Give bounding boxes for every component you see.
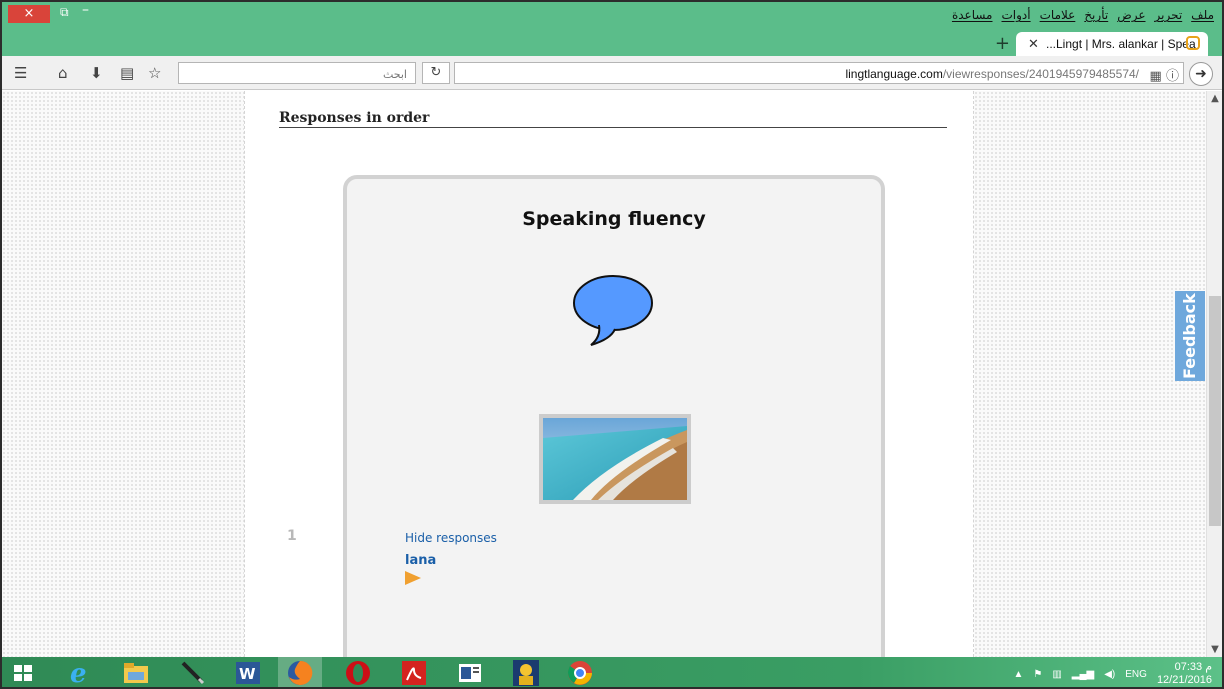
- activity-card: Speaking fluency Hide responses lana: [343, 175, 885, 657]
- svg-text:W: W: [239, 665, 256, 683]
- scroll-down-icon[interactable]: ▼: [1207, 644, 1222, 655]
- responses-heading: Responses in order: [279, 110, 947, 128]
- menu-bar: ملف تحرير عرض تأريخ علامات أدوات مساعدة: [952, 8, 1214, 22]
- window-close-button[interactable]: ×: [8, 5, 50, 23]
- scrollbar[interactable]: ▲ ▼: [1206, 91, 1222, 657]
- page-viewport: Responses in order 1 Speaking fluency Hi…: [2, 91, 1222, 657]
- speech-bubble-icon: [573, 275, 653, 346]
- info-icon[interactable]: ⓘ: [1166, 69, 1179, 84]
- show-hidden-icons-icon[interactable]: ▲: [1013, 669, 1023, 680]
- title-bar: × ⧉ – ملف تحرير عرض تأريخ علامات أدوات م…: [2, 2, 1222, 30]
- word-icon[interactable]: W: [226, 657, 270, 687]
- clock[interactable]: 07:33 م 12/21/2016: [1157, 661, 1212, 687]
- search-box[interactable]: [178, 62, 416, 85]
- screen: × ⧉ – ملف تحرير عرض تأريخ علامات أدوات م…: [0, 0, 1224, 689]
- new-tab-button[interactable]: +: [995, 33, 1010, 54]
- svg-text:e: e: [70, 660, 87, 686]
- url-text: lingtlanguage.com/viewresponses/24019459…: [845, 67, 1139, 81]
- file-explorer-icon[interactable]: [114, 657, 158, 687]
- network-icon[interactable]: ▥: [1052, 669, 1061, 680]
- card-title: Speaking fluency: [522, 208, 706, 230]
- chrome-icon[interactable]: [558, 657, 602, 687]
- url-bar[interactable]: lingtlanguage.com/viewresponses/24019459…: [454, 62, 1184, 84]
- url-domain: lingtlanguage.com: [845, 67, 943, 81]
- media-app-icon[interactable]: [504, 657, 548, 687]
- menu-bookmarks[interactable]: علامات: [1040, 8, 1076, 22]
- action-flag-icon[interactable]: ⚑: [1033, 669, 1042, 680]
- internet-explorer-icon[interactable]: e: [58, 657, 102, 687]
- go-button[interactable]: ➜: [1189, 62, 1213, 86]
- favicon-icon: [1186, 36, 1200, 50]
- arrow-right-icon: ➜: [1195, 66, 1207, 82]
- reload-button[interactable]: ↻: [422, 62, 450, 84]
- hide-responses-link[interactable]: Hide responses: [405, 531, 497, 545]
- tab-title: ...Lingt | Mrs. alankar | Spea: [1046, 37, 1196, 51]
- content-column: Responses in order 1 Speaking fluency Hi…: [244, 91, 974, 657]
- home-icon[interactable]: ⌂: [58, 64, 68, 82]
- dead-sea-photo: [539, 414, 691, 504]
- menu-history[interactable]: تأريخ: [1084, 8, 1108, 22]
- downloads-icon[interactable]: ⬇: [90, 64, 103, 82]
- responder-name-link[interactable]: lana: [405, 553, 436, 568]
- acrobat-icon[interactable]: [392, 657, 436, 687]
- scroll-up-icon[interactable]: ▲: [1207, 93, 1222, 104]
- clock-date: 12/21/2016: [1156, 674, 1212, 686]
- nav-bar: ☰ ⌂ ⬇ ▤ ☆ ↻ lingtlanguage.com/viewrespon…: [2, 56, 1222, 90]
- url-path: /viewresponses/2401945979485574/: [942, 67, 1139, 81]
- menu-tools[interactable]: أدوات: [1002, 8, 1031, 22]
- menu-icon[interactable]: ☰: [14, 64, 27, 82]
- tab-close-icon[interactable]: ✕: [1028, 36, 1039, 52]
- firefox-icon[interactable]: [278, 657, 322, 687]
- clock-time: 07:33 م: [1174, 661, 1212, 673]
- play-icon[interactable]: [405, 571, 421, 585]
- reading-list-icon[interactable]: ▤: [120, 64, 134, 82]
- menu-file[interactable]: ملف: [1191, 8, 1214, 22]
- browser-tab[interactable]: ✕ ...Lingt | Mrs. alankar | Spea: [1016, 32, 1208, 56]
- reader-view-icon[interactable]: ▦: [1150, 69, 1162, 84]
- reader-app-icon[interactable]: [448, 657, 492, 687]
- url-icons: ▦ ⓘ: [1150, 65, 1179, 84]
- language-indicator[interactable]: ENG: [1125, 669, 1147, 680]
- reload-icon: ↻: [430, 65, 442, 80]
- window-restore-button[interactable]: ⧉: [60, 5, 69, 20]
- row-number: 1: [287, 528, 297, 544]
- taskbar: e W ▲ ⚑ ▥ ▂▄▆ ◀) ENG 07:33 م 12/21/2016: [2, 657, 1222, 687]
- volume-icon[interactable]: ◀): [1104, 669, 1115, 680]
- search-input[interactable]: [179, 64, 415, 85]
- menu-edit[interactable]: تحرير: [1155, 8, 1183, 22]
- signal-icon[interactable]: ▂▄▆: [1072, 669, 1094, 680]
- bookmark-star-icon[interactable]: ☆: [148, 64, 161, 82]
- system-tray: ▲ ⚑ ▥ ▂▄▆ ◀) ENG 07:33 م 12/21/2016: [1013, 661, 1212, 687]
- feedback-tab[interactable]: Feedback: [1175, 291, 1205, 381]
- pen-tool-icon[interactable]: [170, 657, 214, 687]
- window-minimize-button[interactable]: –: [82, 2, 89, 18]
- opera-icon[interactable]: [336, 657, 380, 687]
- start-button[interactable]: [14, 665, 32, 681]
- menu-help[interactable]: مساعدة: [952, 8, 993, 22]
- tab-strip: + ✕ ...Lingt | Mrs. alankar | Spea: [2, 30, 1222, 56]
- menu-view[interactable]: عرض: [1117, 8, 1145, 22]
- scroll-thumb[interactable]: [1209, 296, 1221, 526]
